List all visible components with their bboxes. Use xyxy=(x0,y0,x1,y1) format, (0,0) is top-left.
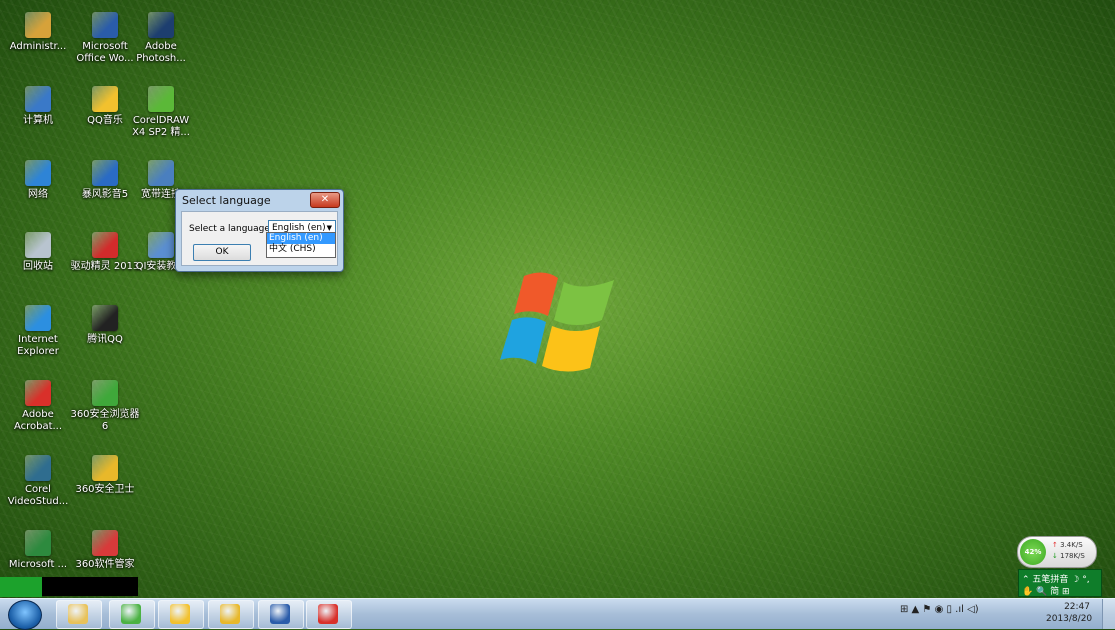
language-option-chinese[interactable]: 中文 (CHS) xyxy=(267,244,335,255)
redacted-region xyxy=(42,577,138,596)
desktop-icon[interactable]: Corel VideoStud... xyxy=(3,455,73,508)
upload-speed: ↑ 3.4K/S xyxy=(1052,541,1083,549)
taskbar-button[interactable] xyxy=(158,600,204,629)
language-option-english[interactable]: English (en) xyxy=(267,233,335,244)
desktop-icon[interactable]: 360软件管家 xyxy=(70,530,140,571)
close-button[interactable]: ✕ xyxy=(310,192,340,208)
clock-time: 22:47 xyxy=(1064,602,1090,612)
coreldraw-icon xyxy=(148,86,174,112)
360-browser-icon xyxy=(121,604,141,624)
desktop-icon[interactable]: 360安全卫士 xyxy=(70,455,140,496)
360-safe-icon xyxy=(220,604,240,624)
memory-percent-badge: 42% xyxy=(1020,539,1046,565)
dialog-titlebar[interactable]: Select language ✕ xyxy=(176,190,343,210)
taskbar-button[interactable] xyxy=(109,600,155,629)
explorer-icon xyxy=(68,604,88,624)
desktop-icon-label: 回收站 xyxy=(23,261,53,272)
desktop-icon[interactable]: Adobe Photosh... xyxy=(126,12,196,65)
language-dropdown-list: English (en) 中文 (CHS) xyxy=(266,232,336,258)
desktop-icon[interactable]: 计算机 xyxy=(3,86,73,127)
taskbar-button[interactable] xyxy=(208,600,254,629)
desktop-icon-label: Adobe Acrobat... xyxy=(13,409,63,432)
desktop-icon-label: Adobe Photosh... xyxy=(136,41,186,64)
network-speed-widget[interactable]: 42% ↑ 3.4K/S ↓ 178K/S xyxy=(1017,536,1097,568)
taskbar-button[interactable] xyxy=(258,600,304,629)
desktop-icon-label: Microsoft ... xyxy=(8,559,68,570)
green-strip xyxy=(0,577,42,597)
desktop-icon-label: 360安全浏览器6 xyxy=(70,409,140,432)
desktop-icon-label: Administr... xyxy=(9,41,67,52)
desktop-icon-label: 计算机 xyxy=(23,115,53,126)
taskbar-button[interactable] xyxy=(56,600,102,629)
language-prompt-label: Select a language: xyxy=(189,224,273,234)
ok-button[interactable]: OK xyxy=(193,244,251,261)
user-folder-icon xyxy=(25,12,51,38)
desktop-icon[interactable]: Adobe Acrobat... xyxy=(3,380,73,433)
desktop-icon[interactable]: 网络 xyxy=(3,160,73,201)
taskbar-button[interactable] xyxy=(306,600,352,629)
360-browser-icon xyxy=(92,380,118,406)
desktop-icon[interactable]: 360安全浏览器6 xyxy=(70,380,140,433)
network-icon xyxy=(25,160,51,186)
desktop-icon-label: CorelDRAW X4 SP2 精... xyxy=(132,115,190,138)
qq-icon xyxy=(92,305,118,331)
photoshop-icon xyxy=(148,12,174,38)
taskbar-clock[interactable]: 22:47 2013/8/20 xyxy=(1046,601,1093,625)
desktop-icon-label: 网络 xyxy=(28,189,48,200)
download-arrow-icon: ↓ xyxy=(1052,552,1058,560)
360-software-icon xyxy=(92,530,118,556)
windows-logo xyxy=(500,272,614,372)
desktop-icon[interactable]: Internet Explorer xyxy=(3,305,73,358)
driver-genius-icon xyxy=(92,232,118,258)
desktop-icon-label: Corel VideoStud... xyxy=(7,484,69,507)
ime-tools[interactable]: ✋ 🔍 简 ⊞ xyxy=(1022,584,1070,597)
qq-music-icon xyxy=(92,86,118,112)
word-icon xyxy=(92,12,118,38)
ie-icon xyxy=(25,305,51,331)
excel-icon xyxy=(25,530,51,556)
desktop-icon-label: 360软件管家 xyxy=(75,559,135,570)
download-speed: ↓ 178K/S xyxy=(1052,552,1085,560)
acrobat-icon xyxy=(25,380,51,406)
qq-music-icon xyxy=(170,604,190,624)
show-desktop-button[interactable] xyxy=(1102,599,1115,629)
download-speed-value: 178K/S xyxy=(1060,552,1085,560)
select-language-dialog: Select language ✕ Select a language: Eng… xyxy=(175,189,344,272)
desktop-icon[interactable]: 回收站 xyxy=(3,232,73,273)
desktop-icon[interactable]: 腾讯QQ xyxy=(70,305,140,346)
desktop-icon-label: 腾讯QQ xyxy=(87,334,123,345)
desktop-icon-label: Internet Explorer xyxy=(17,334,59,357)
dialog-title: Select language xyxy=(182,194,271,207)
system-tray-icons[interactable]: ⊞ ▲ ⚑ ◉ ▯ .ıl ◁) xyxy=(900,604,979,615)
baofeng-icon xyxy=(92,160,118,186)
upload-speed-value: 3.4K/S xyxy=(1060,541,1083,549)
recycle-bin-icon xyxy=(25,232,51,258)
word-icon xyxy=(270,604,290,624)
videostudio-icon xyxy=(25,455,51,481)
desktop-icon[interactable]: Administr... xyxy=(3,12,73,53)
taskbar: ⊞ ▲ ⚑ ◉ ▯ .ıl ◁) 22:47 2013/8/20 xyxy=(0,598,1115,630)
upload-arrow-icon: ↑ xyxy=(1052,541,1058,549)
ime-toolbar[interactable]: ⌃ 五笔拼音 ☽ °, ✋ 🔍 简 ⊞ xyxy=(1018,569,1102,597)
desktop-icon[interactable]: Microsoft ... xyxy=(3,530,73,571)
document-icon xyxy=(148,232,174,258)
acrobat-icon xyxy=(318,604,338,624)
desktop-icon-label: 360安全卫士 xyxy=(75,484,135,495)
360-safe-icon xyxy=(92,455,118,481)
clock-date: 2013/8/20 xyxy=(1046,614,1093,624)
start-button[interactable] xyxy=(8,600,42,630)
desktop-icon[interactable]: CorelDRAW X4 SP2 精... xyxy=(126,86,196,139)
computer-icon xyxy=(25,86,51,112)
broadband-icon xyxy=(148,160,174,186)
